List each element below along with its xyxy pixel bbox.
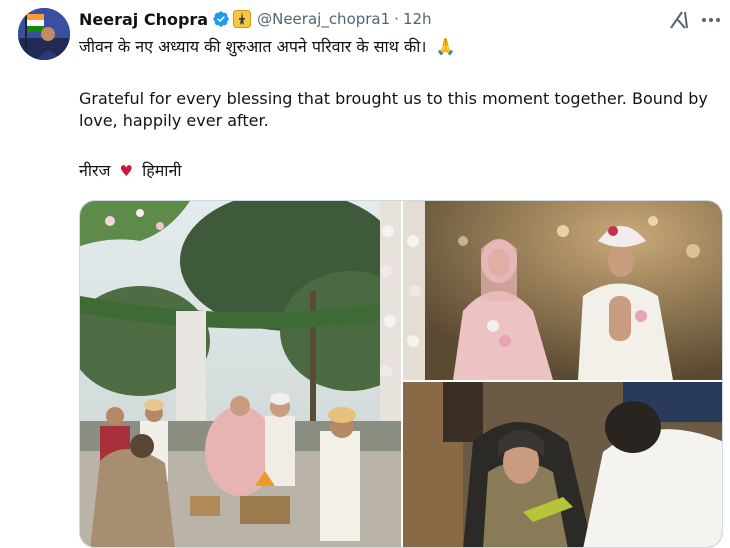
tweet-text-hindi: जीवन के नए अध्याय की शुरुआत अपने परिवार … <box>79 37 427 56</box>
verified-badge-icon[interactable] <box>212 10 230 28</box>
grok-icon[interactable] <box>668 10 690 30</box>
author-name[interactable]: Neeraj Chopra <box>79 10 208 29</box>
blessing-photo[interactable] <box>403 382 722 547</box>
affiliate-badge-icon[interactable] <box>233 10 252 28</box>
tweet-text-signature: नीरज ♥ हिमानी <box>79 160 181 182</box>
timestamp[interactable]: 12h <box>403 10 432 28</box>
heart-icon: ♥ <box>119 162 133 180</box>
folded-hands-emoji: 🙏 <box>435 37 456 56</box>
signature-neeraj: नीरज <box>79 161 111 180</box>
author-handle[interactable]: @Neeraj_chopra1 <box>257 10 390 28</box>
avatar[interactable] <box>18 8 70 60</box>
tweet-text-line-2: Grateful for every blessing that brought… <box>79 89 708 130</box>
wedding-ceremony-photo[interactable] <box>80 201 401 547</box>
tweet-text-line-1: जीवन के नए अध्याय की शुरुआत अपने परिवार … <box>79 36 456 58</box>
signature-himani: हिमानी <box>142 161 182 180</box>
couple-seated-photo[interactable] <box>403 201 722 380</box>
more-icon[interactable] <box>700 12 722 28</box>
tweet-header: Neeraj Chopra @Neeraj_chopra1 · 12h <box>79 8 432 30</box>
media-grid <box>79 200 723 548</box>
separator-dot: · <box>394 10 399 28</box>
